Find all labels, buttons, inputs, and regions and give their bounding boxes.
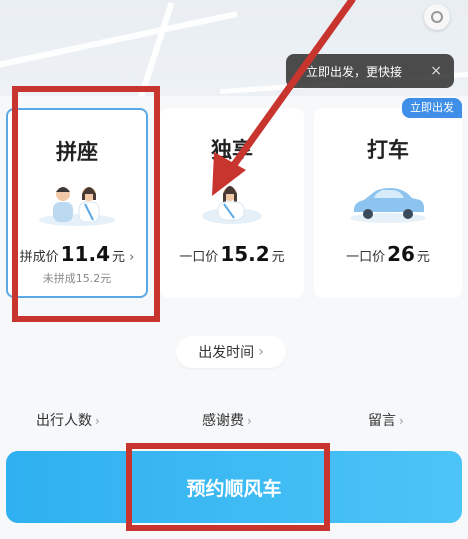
annotation-arrow-icon <box>212 0 356 196</box>
